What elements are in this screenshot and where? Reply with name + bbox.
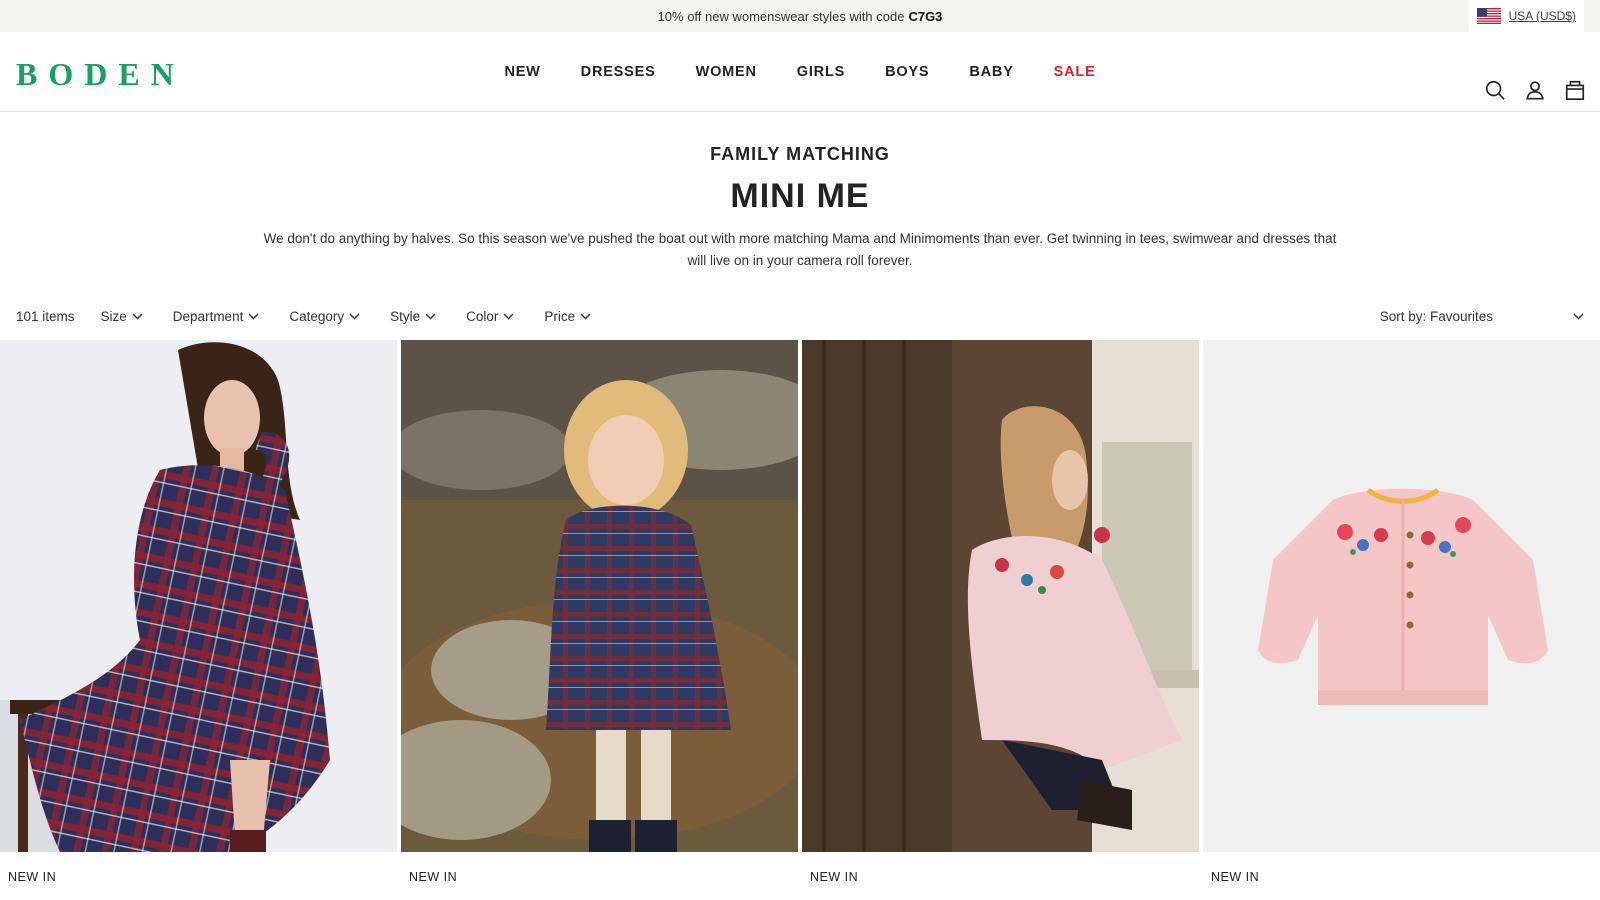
product-image[interactable] [802, 340, 1199, 852]
chevron-down-icon [349, 313, 360, 319]
product-card[interactable]: NEW IN [1203, 340, 1600, 884]
nav-item-dresses[interactable]: DRESSES [581, 64, 656, 80]
sort-label: Sort by: Favourites [1379, 308, 1493, 324]
product-card[interactable]: NEW IN [0, 340, 397, 884]
promo-text: 10% off new womenswear styles with code [657, 8, 905, 24]
filter-price[interactable]: Price [544, 309, 591, 324]
product-card[interactable]: NEW IN [802, 340, 1199, 884]
girl-tartan-dress-photo [401, 340, 798, 852]
product-grid: NEW IN NEW IN NEW IN NEW IN [0, 340, 1600, 884]
filter-style[interactable]: Style [390, 309, 436, 324]
page-title: MINI ME [730, 177, 870, 215]
new-in-badge: NEW IN [1211, 870, 1260, 884]
filter-label: Price [544, 308, 576, 324]
product-card[interactable]: NEW IN [401, 340, 798, 884]
locale-selector[interactable]: USA (USD$) [1468, 0, 1584, 32]
us-flag-icon [1476, 8, 1501, 24]
collection-description: We don't do anything by halves. So this … [263, 231, 1337, 268]
collection-eyebrow: FAMILY MATCHING [710, 144, 890, 164]
sort-dropdown[interactable]: Sort by: Favourites [1380, 292, 1584, 340]
pink-embroidered-cardigan-photo [1203, 340, 1600, 852]
filter-department[interactable]: Department [173, 309, 260, 324]
promo-bar: 10% off new womenswear styles with code … [0, 0, 1600, 32]
new-in-badge: NEW IN [8, 870, 57, 884]
filter-bar: 101 items Size Department Category Style… [0, 292, 1600, 340]
site-header: BODEN NEW DRESSES WOMEN GIRLS BOYS BABY … [0, 32, 1600, 112]
product-image[interactable] [1203, 340, 1600, 852]
product-image[interactable] [0, 340, 397, 852]
chevron-down-icon [580, 313, 591, 319]
new-in-badge: NEW IN [810, 870, 859, 884]
main-nav: NEW DRESSES WOMEN GIRLS BOYS BABY SALE [0, 32, 1600, 112]
chevron-down-icon [132, 313, 143, 319]
filter-label: Department [172, 308, 244, 324]
filter-label: Color [466, 308, 499, 324]
nav-item-new[interactable]: NEW [504, 64, 540, 80]
nav-item-women[interactable]: WOMEN [696, 64, 757, 80]
search-icon[interactable] [1484, 79, 1506, 101]
promo-code: C7G3 [908, 8, 943, 24]
account-icon[interactable] [1524, 79, 1546, 101]
nav-item-sale[interactable]: SALE [1054, 64, 1096, 80]
filter-label: Size [100, 308, 127, 324]
chevron-down-icon [503, 313, 514, 319]
collection-header: FAMILY MATCHING MINI ME We don't do anyt… [0, 144, 1600, 272]
nav-item-boys[interactable]: BOYS [885, 64, 929, 80]
nav-item-girls[interactable]: GIRLS [797, 64, 845, 80]
locale-label[interactable]: USA (USD$) [1509, 9, 1576, 23]
filter-size[interactable]: Size [101, 309, 143, 324]
woman-embroidered-cardigan-photo [802, 340, 1199, 852]
filter-color[interactable]: Color [466, 309, 514, 324]
chevron-down-icon [1573, 313, 1584, 319]
bag-icon[interactable] [1564, 79, 1586, 101]
chevron-down-icon [248, 313, 259, 319]
filter-label: Category [289, 308, 345, 324]
filter-category[interactable]: Category [289, 309, 360, 324]
brand-logo[interactable]: BODEN [16, 56, 185, 93]
header-actions [1484, 79, 1586, 101]
nav-item-baby[interactable]: BABY [969, 64, 1013, 80]
woman-tartan-maxi-dress-photo [0, 340, 397, 852]
new-in-badge: NEW IN [409, 870, 458, 884]
item-count: 101 items [16, 308, 75, 324]
product-image[interactable] [401, 340, 798, 852]
chevron-down-icon [425, 313, 436, 319]
filter-label: Style [390, 308, 421, 324]
